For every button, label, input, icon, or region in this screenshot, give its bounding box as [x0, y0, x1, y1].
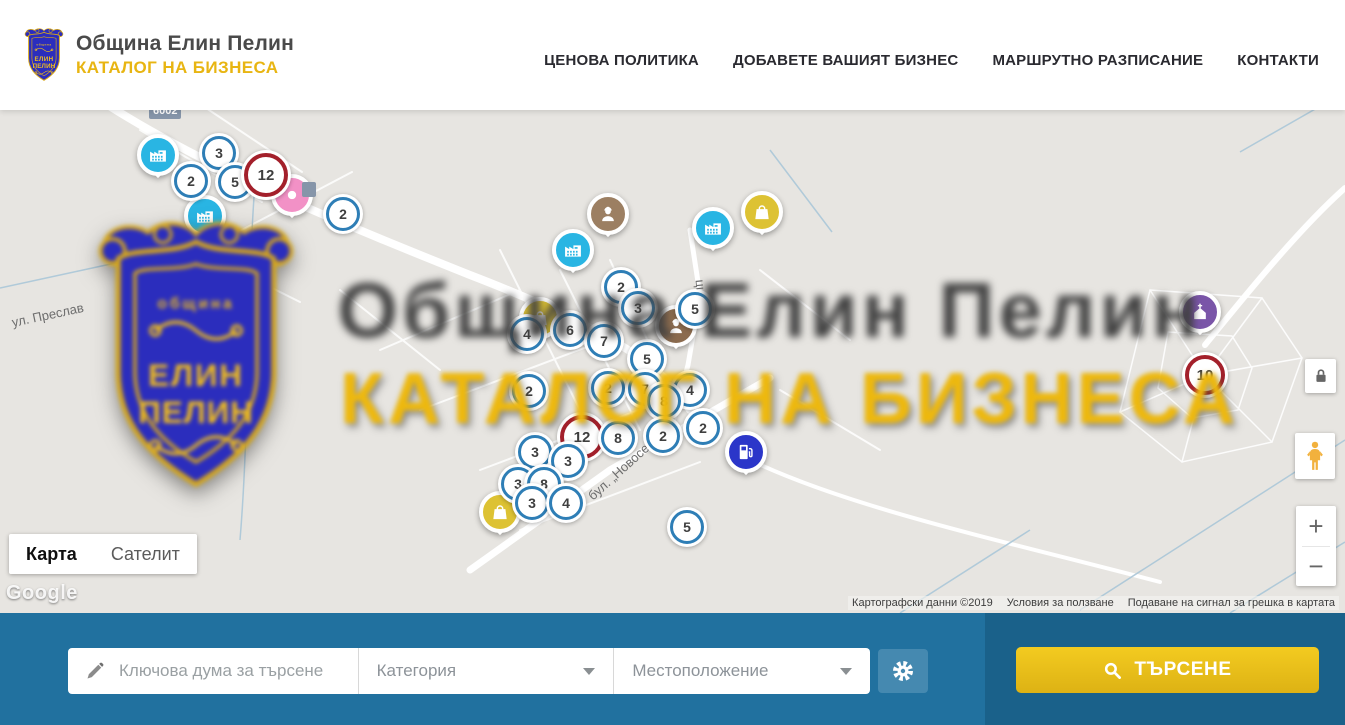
- map-canvas[interactable]: ул. Преславбул. „Новоселции 6002 3251222…: [0, 110, 1345, 613]
- site-subtitle: КАТАЛОГ НА БИЗНЕСА: [76, 58, 294, 78]
- factory-icon: [148, 145, 168, 165]
- road-shield: [302, 182, 316, 197]
- watermark-crest-logo: [85, 213, 307, 500]
- report-error-link[interactable]: Подаване на сигнал за грешка в картата: [1128, 597, 1335, 609]
- search-bar: Категория Местоположение ТЪРСЕНЕ: [0, 613, 1345, 725]
- search-submit-button[interactable]: ТЪРСЕНЕ: [1016, 647, 1319, 693]
- zoom-out-button[interactable]: −: [1296, 547, 1336, 587]
- keyword-search-input[interactable]: [117, 660, 348, 682]
- factory-icon: [703, 218, 723, 238]
- nav-item-route-schedule[interactable]: МАРШРУТНО РАЗПИСАНИЕ: [992, 52, 1203, 69]
- header: Община Елин Пелин КАТАЛОГ НА БИЗНЕСА ЦЕН…: [0, 0, 1345, 110]
- keyword-field-section: [68, 648, 359, 694]
- cluster-count: 2: [171, 161, 211, 201]
- nav-item-add-business[interactable]: ДОБАВЕТЕ ВАШИЯТ БИЗНЕС: [733, 52, 958, 69]
- zoom-control: + −: [1296, 506, 1336, 586]
- brand[interactable]: Община Елин Пелин КАТАЛОГ НА БИЗНЕСА: [22, 25, 294, 85]
- fuel-icon: [736, 442, 756, 462]
- cluster-count: 2: [323, 194, 363, 234]
- search-icon: [1103, 661, 1122, 680]
- cluster-count: 5: [667, 507, 707, 547]
- advanced-settings-button[interactable]: [878, 649, 928, 693]
- search-fields-group: Категория Местоположение: [68, 648, 870, 694]
- lock-icon: [1311, 366, 1331, 386]
- map-cluster[interactable]: 5: [667, 507, 707, 547]
- category-select[interactable]: Категория: [359, 648, 615, 694]
- map-cluster[interactable]: 4: [546, 483, 586, 523]
- search-button-label: ТЪРСЕНЕ: [1134, 659, 1231, 681]
- map-pin-bag-1[interactable]: [741, 191, 783, 247]
- watermark-subtitle: КАТАЛОГ НА БИЗНЕСА: [340, 358, 1200, 440]
- nav-item-pricing[interactable]: ЦЕНОВА ПОЛИТИКА: [544, 52, 699, 69]
- map-pin-factory-3[interactable]: [692, 207, 734, 263]
- chevron-down-icon: [840, 668, 852, 675]
- pencil-icon: [85, 661, 105, 681]
- gear-icon: [891, 659, 915, 683]
- map-cluster[interactable]: 2: [171, 161, 211, 201]
- attribution-copyright: Картографски данни ©2019: [852, 597, 993, 609]
- cluster-count: 4: [546, 483, 586, 523]
- nav-item-contacts[interactable]: КОНТАКТИ: [1237, 52, 1319, 69]
- satellite-view-button[interactable]: Сателит: [94, 534, 197, 574]
- main-nav: ЦЕНОВА ПОЛИТИКА ДОБАВЕТЕ ВАШИЯТ БИЗНЕС МАР…: [544, 42, 1319, 69]
- street-view-pegman[interactable]: [1295, 433, 1335, 479]
- map-type-switch: Карта Сателит: [9, 534, 197, 574]
- map-attribution: Картографски данни ©2019 Условия за полз…: [848, 596, 1339, 610]
- watermark-title: Община Елин Пелин: [335, 265, 1205, 356]
- category-select-label: Категория: [377, 661, 456, 681]
- terms-link[interactable]: Условия за ползване: [1007, 597, 1114, 609]
- map-pin-worker-1[interactable]: [587, 193, 629, 249]
- shopping-bag-icon: [752, 202, 772, 222]
- road-shield: 6002: [149, 110, 181, 119]
- app-root: ул. Преславбул. „Новоселции 6002 3251222…: [0, 0, 1345, 725]
- chevron-down-icon: [583, 668, 595, 675]
- map-cluster[interactable]: 12: [241, 150, 291, 200]
- fullscreen-lock-button[interactable]: [1305, 359, 1336, 393]
- worker-icon: [598, 204, 618, 224]
- cluster-count: 12: [241, 150, 291, 200]
- location-select[interactable]: Местоположение: [614, 648, 870, 694]
- municipality-logo: [22, 25, 66, 85]
- map-view-button[interactable]: Карта: [9, 534, 94, 574]
- factory-icon: [563, 240, 583, 260]
- pegman-icon: [1302, 440, 1328, 472]
- map-cluster[interactable]: 2: [323, 194, 363, 234]
- site-title: Община Елин Пелин: [76, 32, 294, 56]
- shopping-bag-icon: [490, 502, 510, 522]
- location-select-label: Местоположение: [632, 661, 768, 681]
- google-logo[interactable]: Google: [6, 582, 78, 605]
- zoom-in-button[interactable]: +: [1296, 506, 1336, 546]
